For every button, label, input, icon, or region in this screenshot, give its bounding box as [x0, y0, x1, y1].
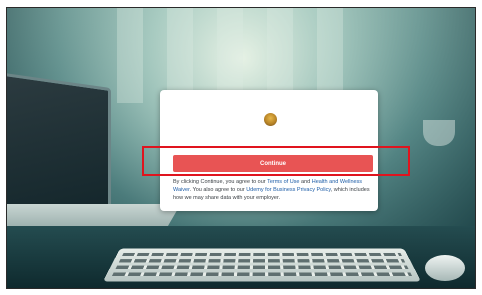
- consent-disclaimer: By clicking Continue, you agree to our T…: [173, 178, 376, 202]
- terms-of-use-link[interactable]: Terms of Use: [267, 179, 299, 185]
- background-window: [167, 8, 193, 103]
- background-window: [267, 8, 293, 103]
- background-window: [317, 8, 343, 103]
- consent-modal: Continue By clicking Continue, you agree…: [160, 90, 378, 211]
- background-window: [217, 8, 243, 103]
- disclaimer-text: By clicking Continue, you agree to our: [173, 179, 268, 185]
- background-laptop-screen: [7, 71, 111, 227]
- background-lamp: [423, 120, 455, 146]
- continue-button[interactable]: Continue: [173, 155, 373, 172]
- privacy-policy-link[interactable]: Udemy for Business Privacy Policy: [246, 187, 331, 193]
- background-mouse: [425, 255, 465, 281]
- disclaimer-text: and: [299, 179, 312, 185]
- background-window: [117, 8, 143, 103]
- organization-logo-icon: [264, 113, 277, 126]
- background-keyboard: [102, 248, 422, 282]
- disclaimer-text: . You also agree to our: [189, 187, 247, 193]
